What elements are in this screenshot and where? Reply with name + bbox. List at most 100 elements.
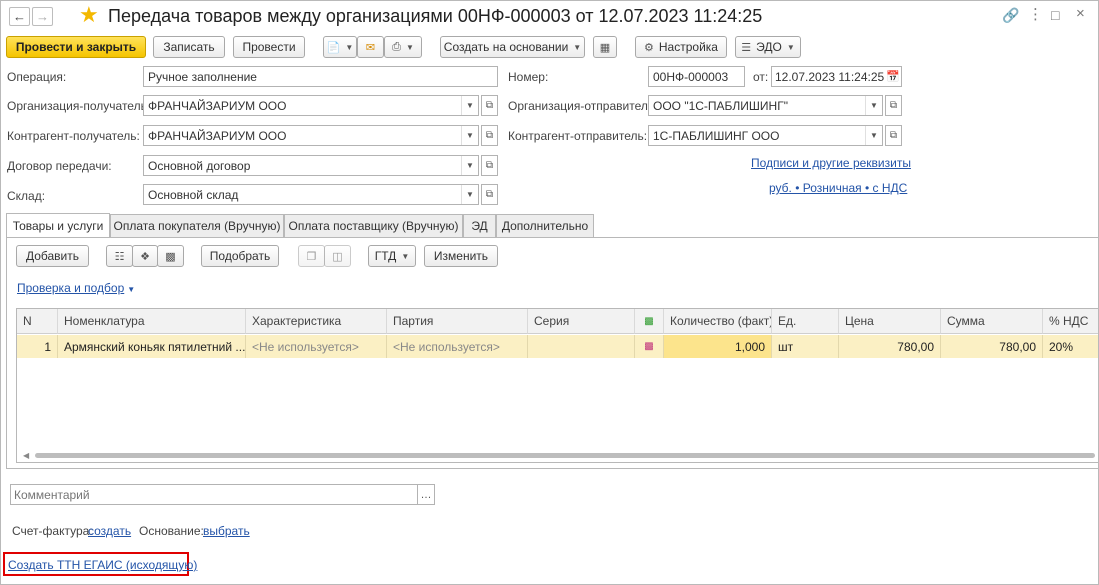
tab-goods-services[interactable]: Товары и услуги [6, 213, 110, 238]
basis-select-link[interactable]: выбрать [203, 524, 250, 538]
basis-label: Основание: [139, 524, 204, 538]
open-icon[interactable]: ⧉ [885, 95, 902, 116]
column-header-vat[interactable]: % НДС [1043, 309, 1098, 334]
column-header-n[interactable]: N [17, 309, 58, 334]
back-button[interactable]: ← [9, 7, 30, 26]
change-button[interactable]: Изменить [424, 245, 498, 267]
contr-sender-label: Контрагент-отправитель: [508, 129, 648, 143]
tab-buyer-payment[interactable]: Оплата покупателя (Вручную) [110, 214, 284, 237]
contr-receiver-field[interactable]: ФРАНЧАЙЗАРИУМ ООО ▼ [143, 125, 479, 146]
column-header-marking[interactable]: ▩ [635, 309, 664, 334]
number-field[interactable]: 00НФ-000003 [648, 66, 745, 87]
column-header-sum[interactable]: Сумма [941, 309, 1043, 334]
create-based-on-label: Создать на основании [443, 40, 569, 54]
contract-label: Договор передачи: [7, 159, 112, 173]
open-icon[interactable]: ⧉ [481, 125, 498, 146]
calendar-icon[interactable]: 📅 [885, 67, 901, 86]
create-based-on-button[interactable]: Создать на основании ▼ [440, 36, 585, 58]
warehouse-field[interactable]: Основной склад ▼ [143, 184, 479, 205]
open-icon[interactable]: ⧉ [481, 184, 498, 205]
structure-icon: ▦ [599, 41, 611, 54]
post-and-close-button[interactable]: Провести и закрыть [6, 36, 146, 58]
cell-series[interactable] [528, 335, 635, 358]
price-settings-link[interactable]: руб. • Розничная • с НДС [769, 181, 907, 195]
cell-nomenclature[interactable]: Армянский коньяк пятилетний ... [58, 335, 246, 358]
cell-price[interactable]: 780,00 [839, 335, 941, 358]
gtd-button[interactable]: ГТД ▼ [368, 245, 416, 267]
create-egais-ttn-link[interactable]: Создать ТТН ЕГАИС (исходящую) [8, 558, 197, 572]
document-menu-button[interactable]: 📄 ▼ [323, 36, 357, 58]
forward-button[interactable]: → [32, 7, 53, 26]
structure-button[interactable]: ▦ [593, 36, 617, 58]
org-sender-field[interactable]: ООО "1С-ПАБЛИШИНГ" ▼ [648, 95, 883, 116]
invoice-create-link[interactable]: создать [88, 524, 131, 538]
chevron-down-icon: ▼ [405, 42, 414, 52]
column-header-characteristic[interactable]: Характеристика [246, 309, 387, 334]
cell-vat[interactable]: 20% [1043, 335, 1098, 358]
add-button[interactable]: Добавить [16, 245, 89, 267]
comment-input[interactable] [10, 484, 418, 505]
chevron-down-icon[interactable]: ▼ [461, 126, 478, 145]
settings-label: Настройка [658, 40, 718, 54]
tab-supplier-payment[interactable]: Оплата поставщику (Вручную) [284, 214, 463, 237]
column-header-quantity[interactable]: Количество (факт) [664, 309, 772, 334]
date-field[interactable]: 12.07.2023 11:24:25 📅 [771, 66, 902, 87]
close-icon[interactable]: × [1076, 5, 1085, 22]
scanner-button[interactable]: ❖ [132, 245, 158, 267]
chevron-down-icon[interactable]: ▼ [461, 156, 478, 175]
pick-button[interactable]: Подобрать [201, 245, 279, 267]
goods-table[interactable]: N Номенклатура Характеристика Партия Сер… [16, 308, 1098, 463]
paste-icon: ◫ [332, 250, 343, 263]
barcode-button[interactable]: ☷ [106, 245, 133, 267]
signatures-link[interactable]: Подписи и другие реквизиты [751, 156, 911, 170]
post-button[interactable]: Провести [233, 36, 305, 58]
contr-sender-field[interactable]: 1С-ПАБЛИШИНГ ООО ▼ [648, 125, 883, 146]
check-and-pick-link[interactable]: Проверка и подбор [17, 281, 124, 295]
column-header-price[interactable]: Цена [839, 309, 941, 334]
cell-batch[interactable]: <Не используется> [387, 335, 528, 358]
settings-button[interactable]: ⚙ Настройка [635, 36, 727, 58]
column-header-nomenclature[interactable]: Номенклатура [58, 309, 246, 334]
open-icon[interactable]: ⧉ [481, 155, 498, 176]
more-icon[interactable]: ⋮ [1028, 5, 1043, 23]
save-button[interactable]: Записать [153, 36, 225, 58]
cell-unit[interactable]: шт [772, 335, 839, 358]
barcode-icon: ☷ [114, 250, 125, 263]
print-button[interactable]: ⎙ ▼ [384, 36, 422, 58]
collect-button[interactable]: ▩ [157, 245, 184, 267]
cell-n[interactable]: 1 [17, 335, 58, 358]
star-icon[interactable]: ★ [79, 4, 99, 26]
edo-button[interactable]: ☰ ЭДО ▼ [735, 36, 801, 58]
tab-ed[interactable]: ЭД [463, 214, 496, 237]
column-header-unit[interactable]: Ед. [772, 309, 839, 334]
chevron-down-icon: ▼ [345, 42, 354, 52]
ellipsis-button[interactable]: … [417, 484, 435, 505]
contract-field[interactable]: Основной договор ▼ [143, 155, 479, 176]
horizontal-scrollbar[interactable] [35, 453, 1095, 458]
check-and-pick-menu[interactable]: Проверка и подбор ▼ [17, 281, 135, 295]
org-receiver-label: Организация-получатель: [7, 99, 151, 113]
paste-button[interactable]: ◫ [324, 245, 351, 267]
open-icon[interactable]: ⧉ [481, 95, 498, 116]
column-header-batch[interactable]: Партия [387, 309, 528, 334]
chevron-down-icon[interactable]: ▼ [461, 185, 478, 204]
chevron-down-icon[interactable]: ▼ [865, 96, 882, 115]
copy-button[interactable]: ❐ [298, 245, 325, 267]
open-icon[interactable]: ⧉ [885, 125, 902, 146]
cell-marking[interactable]: ▩ [635, 335, 664, 358]
email-button[interactable]: ✉ [357, 36, 384, 58]
org-receiver-field[interactable]: ФРАНЧАЙЗАРИУМ ООО ▼ [143, 95, 479, 116]
cell-quantity[interactable]: 1,000 [664, 335, 772, 358]
chevron-down-icon[interactable]: ▼ [865, 126, 882, 145]
chevron-down-icon[interactable]: ▼ [461, 96, 478, 115]
cell-sum[interactable]: 780,00 [941, 335, 1043, 358]
operation-field[interactable]: Ручное заполнение [143, 66, 498, 87]
arrow-right-icon: → [36, 9, 49, 24]
maximize-icon[interactable]: □ [1051, 7, 1059, 23]
scroll-left-icon[interactable]: ◀ [23, 451, 29, 460]
link-icon[interactable]: 🔗 [1002, 7, 1019, 24]
column-header-series[interactable]: Серия [528, 309, 635, 334]
cell-characteristic[interactable]: <Не используется> [246, 335, 387, 358]
document-icon: 📄 [326, 41, 341, 54]
tab-additional[interactable]: Дополнительно [496, 214, 594, 237]
